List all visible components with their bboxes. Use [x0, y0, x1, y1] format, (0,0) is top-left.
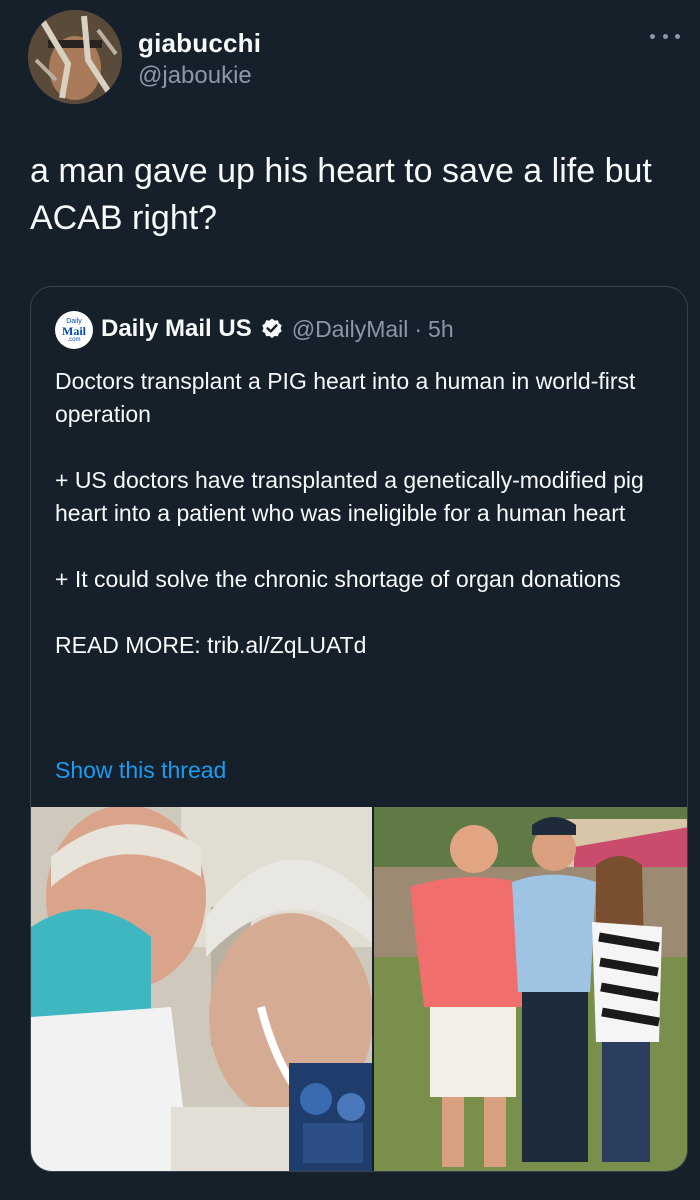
quoted-header: Daily Mail US @DailyMail · 5h: [101, 315, 454, 343]
tweet: giabucchi @jaboukie a man gave up his he…: [0, 0, 700, 1200]
logo-line-2: Mail: [62, 323, 86, 338]
logo-line-3: .com: [67, 336, 81, 343]
author-handle[interactable]: @jaboukie: [138, 62, 252, 90]
author-avatar[interactable]: [28, 10, 122, 104]
quoted-paragraph: READ MORE: trib.al/ZqLUATd: [55, 632, 367, 658]
media-grid: [31, 807, 687, 1171]
show-thread-link[interactable]: Show this thread: [55, 757, 226, 784]
photo-family-fair[interactable]: [374, 807, 687, 1171]
quoted-author-avatar[interactable]: Daily Mail .com: [55, 311, 93, 349]
more-icon[interactable]: [650, 26, 680, 46]
verified-badge-icon: [260, 317, 284, 341]
quoted-timestamp[interactable]: 5h: [428, 316, 454, 343]
more-dot: [675, 33, 680, 39]
quoted-paragraph: + It could solve the chronic shortage of…: [55, 566, 621, 592]
quoted-author-name[interactable]: Daily Mail US: [101, 315, 252, 343]
photo-hospital-selfie[interactable]: [31, 807, 372, 1171]
quoted-tweet[interactable]: Daily Mail .com Daily Mail US @DailyMail…: [30, 286, 688, 1172]
author-name[interactable]: giabucchi: [138, 28, 261, 59]
more-dot: [662, 33, 668, 39]
quoted-paragraph: + US doctors have transplanted a genetic…: [55, 467, 644, 526]
tweet-text: a man gave up his heart to save a life b…: [30, 152, 652, 237]
quoted-body: Doctors transplant a PIG heart into a hu…: [55, 365, 665, 662]
more-dot: [650, 33, 655, 39]
separator-dot: ·: [414, 315, 423, 342]
quoted-author-handle[interactable]: @DailyMail: [292, 316, 409, 343]
quoted-paragraph: Doctors transplant a PIG heart into a hu…: [55, 368, 636, 427]
